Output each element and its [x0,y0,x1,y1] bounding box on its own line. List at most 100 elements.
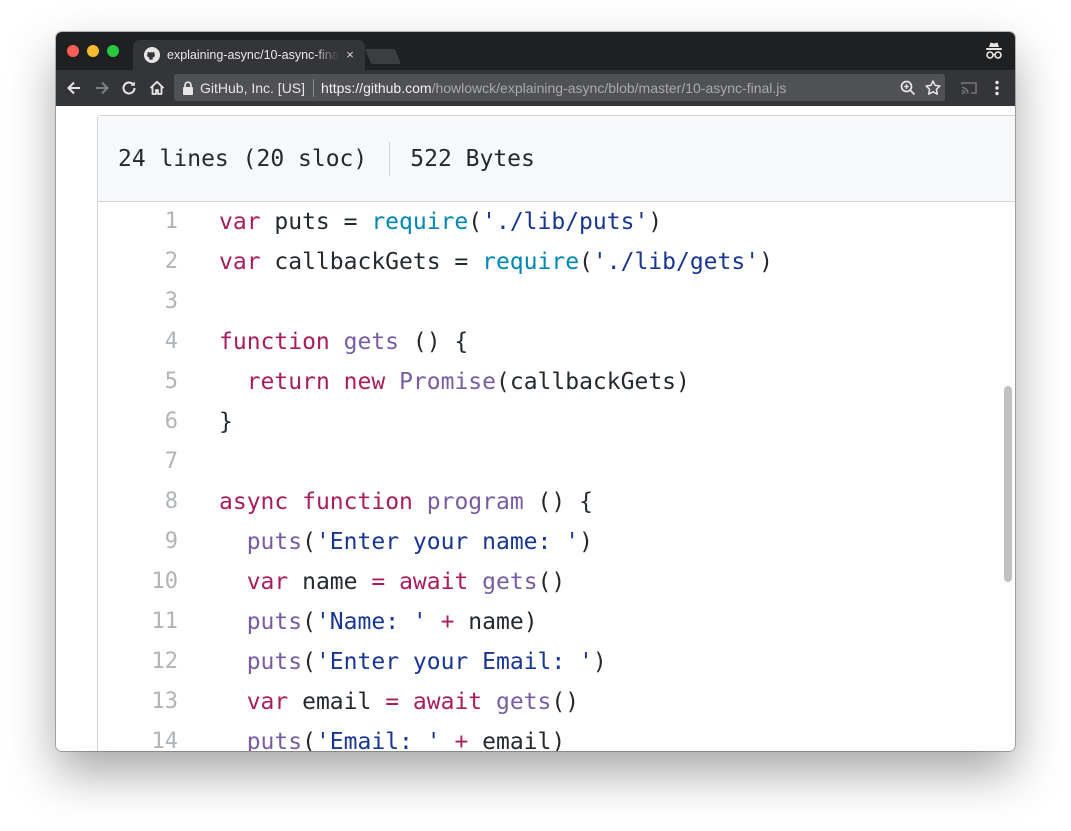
code-line: 5 return new Promise(callbackGets) [98,362,1015,402]
line-number[interactable]: 10 [98,562,179,602]
code-line-text: async function program () { [219,482,593,522]
window-minimize-button[interactable] [87,45,99,57]
tab-close-icon[interactable]: × [343,48,357,62]
forward-button[interactable] [92,78,112,98]
code-token: ) [759,249,773,275]
line-number[interactable]: 11 [98,602,179,642]
code-token: ( [579,249,593,275]
code-token: function [219,329,330,355]
file-info-header: 24 lines (20 sloc) 522 Bytes [98,116,1015,202]
browser-window: explaining-async/10-async-final.js × Git… [56,32,1015,751]
home-icon [149,80,165,95]
vertical-scrollbar-thumb[interactable] [1004,386,1012,582]
code-line: 11 puts('Name: ' + name) [98,602,1015,642]
tab-strip: explaining-async/10-async-final.js × [56,32,1015,70]
line-number[interactable]: 13 [98,682,179,722]
code-token: var [219,209,261,235]
code-token: 'Enter your Email: ' [315,649,593,675]
code-token: ( [468,209,483,235]
line-number[interactable]: 5 [98,362,178,402]
code-token: () [537,569,566,595]
window-close-button[interactable] [67,45,79,57]
line-number[interactable]: 3 [98,282,178,322]
line-number[interactable]: 6 [98,402,178,442]
line-number[interactable]: 9 [98,522,178,562]
code-token: var [219,249,261,275]
code-token: await [412,689,483,715]
bookmark-button[interactable] [924,79,942,97]
code-line: 3 [98,282,1015,322]
code-line-text: var callbackGets = require('./lib/gets') [219,242,773,282]
tab-active[interactable]: explaining-async/10-async-final.js × [133,40,365,70]
star-icon [925,80,941,95]
code-token: + [454,729,469,751]
code-line-text: puts('Name: ' + name) [219,602,538,642]
code-line-text: puts('Email: ' + email) [219,722,566,751]
incognito-icon [986,42,1002,59]
code-token: email [288,689,386,715]
window-zoom-button[interactable] [107,45,119,57]
code-line: 8 async function program () { [98,482,1015,522]
code-line: 13 var email = await gets() [98,682,1015,722]
code-token: new [343,369,386,395]
file-size: 522 Bytes [410,145,535,172]
code-line-text: } [219,402,233,442]
code-token: ( [302,649,316,675]
code-token: 'Enter your name: ' [315,529,580,555]
back-button[interactable] [64,78,84,98]
line-number[interactable]: 2 [98,242,178,282]
reload-button[interactable] [119,78,139,98]
line-number[interactable]: 8 [98,482,178,522]
line-number[interactable]: 14 [98,722,179,751]
code-token: } [219,409,233,435]
code-token: email) [468,729,566,751]
code-token: './lib/puts' [482,209,649,235]
line-number[interactable]: 4 [98,322,178,362]
lock-icon [183,80,193,95]
code-token: ( [302,729,316,751]
address-bar[interactable]: GitHub, Inc. [US] https://github.com/how… [174,74,945,101]
home-button[interactable] [147,78,167,98]
file-info-divider [389,141,391,176]
code-token: require [482,249,580,275]
code-line: 12 puts('Enter your Email: ') [98,642,1015,682]
code-line: 7 [98,442,1015,482]
code-token: program [426,489,524,515]
line-number[interactable]: 12 [98,642,179,682]
code-token: './lib/gets' [592,249,760,275]
code-token: await [399,569,469,595]
code-token: require [371,209,469,235]
code-token: 'Email: ' [315,729,441,751]
code-line-text: return new Promise(callbackGets) [219,362,690,402]
code-line-text: var name = await gets() [219,562,566,602]
line-number[interactable]: 1 [98,202,178,242]
url-path: /howlowck/explaining-async/blob/master/1… [431,79,787,96]
code-line: 2 var callbackGets = require('./lib/gets'… [98,242,1015,282]
zoom-button[interactable] [899,79,917,97]
code-token: name [288,569,372,595]
site-identity[interactable]: GitHub, Inc. [US] [200,80,305,96]
new-tab-button[interactable] [364,49,402,64]
code-line: 14 puts('Email: ' + email) [98,722,1015,751]
line-number[interactable]: 7 [98,442,178,482]
cast-button[interactable] [959,78,979,98]
code-token: function [302,489,413,515]
code-line: 4 function gets () { [98,322,1015,362]
browser-menu-button[interactable] [987,78,1007,98]
code-token: () [551,689,580,715]
code-token: = [371,569,386,595]
code-line: 9 puts('Enter your name: ') [98,522,1015,562]
code-token: + [440,609,455,635]
file-view: 24 lines (20 sloc) 522 Bytes 1 var puts =… [97,115,1015,751]
code-block: 1 var puts = require('./lib/puts') 2 var ca… [98,202,1015,751]
code-token: (callbackGets) [496,369,690,395]
